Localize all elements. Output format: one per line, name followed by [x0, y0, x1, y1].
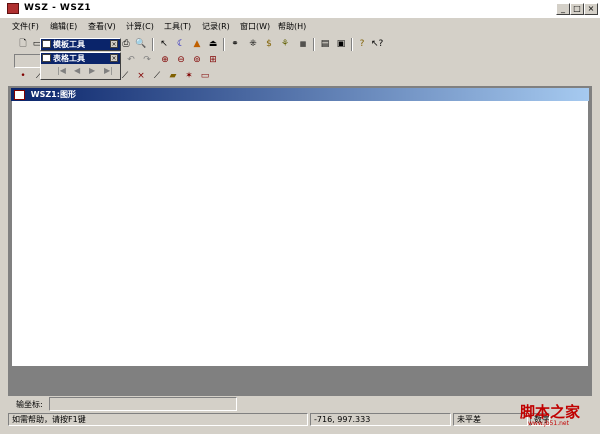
- box-icon[interactable]: ▭: [198, 69, 212, 83]
- menu-tools[interactable]: 工具(T): [164, 21, 191, 32]
- app-icon[interactable]: [7, 3, 19, 14]
- polyline-icon[interactable]: ⟋: [150, 69, 164, 83]
- car-icon[interactable]: ▰: [166, 69, 180, 83]
- star-icon[interactable]: ✶: [182, 69, 196, 83]
- new-icon[interactable]: 🗋: [16, 37, 30, 51]
- toolbar-separator: [313, 38, 315, 51]
- preview-icon[interactable]: 🔍: [134, 37, 148, 51]
- menu-view[interactable]: 查看(V): [88, 21, 116, 32]
- menu-window[interactable]: 窗口(W): [240, 21, 270, 32]
- toolbar-separator: [152, 38, 154, 51]
- menu-calculate[interactable]: 计算(C): [126, 21, 154, 32]
- status-mode: 未平差: [453, 413, 528, 426]
- maximize-button[interactable]: □: [570, 3, 584, 15]
- table-close-icon[interactable]: ×: [110, 54, 118, 62]
- grid2-icon[interactable]: ▤: [318, 37, 332, 51]
- window-title: WSZ - WSZ1: [24, 3, 92, 13]
- table-palette-title[interactable]: 表格工具: [41, 53, 120, 64]
- curve-icon[interactable]: ☾: [174, 37, 188, 51]
- zoom-in-icon[interactable]: ⊕: [158, 53, 172, 67]
- first-record-icon[interactable]: |◀: [57, 66, 66, 75]
- next-record-icon[interactable]: ▶: [89, 66, 95, 75]
- last-record-icon[interactable]: ▶|: [104, 66, 113, 75]
- cross-icon[interactable]: ×: [134, 69, 148, 83]
- point-icon[interactable]: •: [16, 69, 30, 83]
- status-coordinates: -716, 997.333: [310, 413, 451, 426]
- document-title-bar[interactable]: WSZ1:图形: [11, 88, 589, 101]
- status-help: 如需帮助，请按F1键: [8, 413, 308, 426]
- close-button[interactable]: ×: [584, 3, 598, 15]
- dollar-icon[interactable]: $: [262, 37, 276, 51]
- prev-record-icon[interactable]: ◀: [74, 66, 80, 75]
- zoom-fit-icon[interactable]: ⊚: [190, 53, 204, 67]
- command-label: 输坐标:: [16, 400, 43, 409]
- menu-record[interactable]: 记录(R): [202, 21, 230, 32]
- zoom-all-icon[interactable]: ⊞: [206, 53, 220, 67]
- undo-icon[interactable]: ↶: [124, 53, 138, 67]
- binoculars-icon[interactable]: ⚭: [228, 37, 242, 51]
- drawing-canvas[interactable]: [11, 101, 589, 366]
- table-icon[interactable]: ▦: [296, 37, 310, 51]
- document-icon: [14, 90, 25, 100]
- command-input[interactable]: [49, 397, 237, 411]
- template-palette-icon: [42, 40, 51, 48]
- help-icon[interactable]: ?: [355, 37, 369, 51]
- template-palette-title[interactable]: 模板工具: [41, 39, 120, 50]
- menu-edit[interactable]: 编辑(E): [50, 21, 77, 32]
- pointer-icon[interactable]: ↖: [157, 37, 171, 51]
- menu-help[interactable]: 帮助(H): [278, 21, 306, 32]
- window-icon[interactable]: ▣: [334, 37, 348, 51]
- toolbar-separator: [223, 38, 225, 51]
- calculator-icon[interactable]: ⚘: [278, 37, 292, 51]
- context-help-icon[interactable]: ↖?: [370, 37, 384, 51]
- station-icon[interactable]: ⏏: [206, 37, 220, 51]
- zoom-out-icon[interactable]: ⊖: [174, 53, 188, 67]
- template-close-icon[interactable]: ×: [110, 40, 118, 48]
- redo-icon[interactable]: ↷: [140, 53, 154, 67]
- template-palette: 模板工具: [40, 38, 121, 51]
- triangle-icon[interactable]: ▲: [190, 37, 204, 51]
- watermark-url: www.jb51.net: [528, 420, 569, 427]
- document-title: WSZ1:图形: [30, 90, 76, 99]
- table-palette-icon: [42, 54, 51, 62]
- minimize-button[interactable]: _: [556, 3, 570, 15]
- toolbar-separator: [351, 38, 353, 51]
- watermark-logo: 脚本之家: [520, 403, 581, 421]
- table-palette: 表格工具 |◀ ◀ ▶ ▶|: [40, 52, 121, 80]
- menu-file[interactable]: 文件(F): [12, 21, 39, 32]
- grid-icon[interactable]: ⁜: [246, 37, 260, 51]
- print-icon[interactable]: ⎙: [119, 37, 133, 51]
